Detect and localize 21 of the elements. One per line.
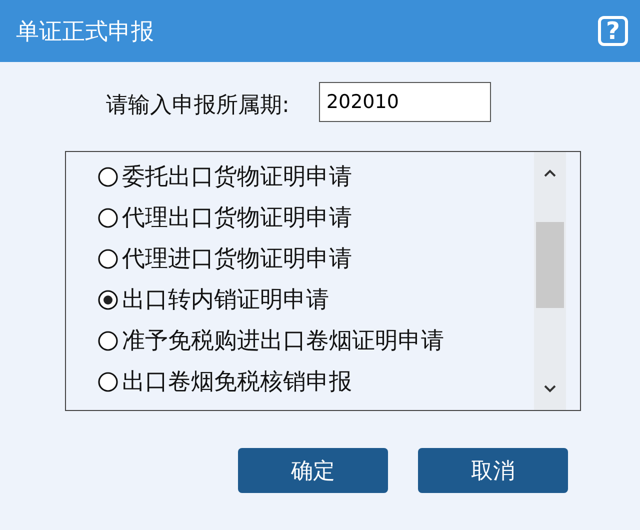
radio-button[interactable] xyxy=(98,166,118,186)
radio-button[interactable] xyxy=(98,330,118,350)
scroll-down-icon[interactable] xyxy=(543,384,557,394)
period-label: 请输入申报所属期: xyxy=(106,92,290,120)
radio-option[interactable]: 准予免税购进出口卷烟证明申请 xyxy=(98,320,534,361)
dialog-button[interactable]: 确定 xyxy=(238,448,388,493)
radio-option[interactable]: 出口转内销证明申请 xyxy=(98,279,534,320)
scroll-up-icon[interactable] xyxy=(543,168,557,178)
radio-option[interactable]: 代理进口货物证明申请 xyxy=(98,238,534,279)
radio-button[interactable] xyxy=(98,290,118,310)
scroll-thumb[interactable] xyxy=(536,222,564,308)
scrollbar[interactable] xyxy=(534,152,566,410)
dialog-button[interactable]: 取消 xyxy=(418,448,568,493)
radio-button[interactable] xyxy=(98,372,118,392)
radio-button[interactable] xyxy=(98,248,118,268)
radio-option[interactable]: 出口卷烟免税核销申报 xyxy=(98,361,534,402)
window-title: 单证正式申报 xyxy=(16,18,154,46)
radio-option[interactable]: 代理出口货物证明申请 xyxy=(98,197,534,238)
radio-option[interactable]: 委托出口货物证明申请 xyxy=(98,156,534,197)
radio-button[interactable] xyxy=(98,208,118,228)
period-field[interactable]: 202010 xyxy=(319,82,492,122)
